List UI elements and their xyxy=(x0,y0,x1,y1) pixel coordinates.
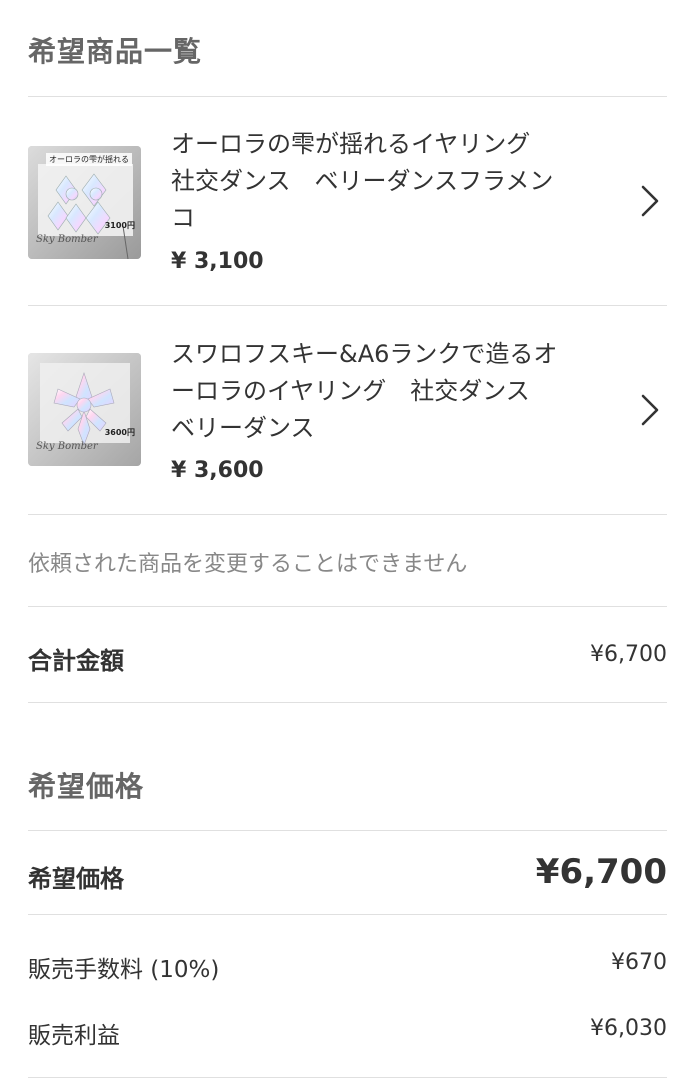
item-price: ¥ 3,600 xyxy=(171,458,264,483)
item-thumbnail: オーロラの雫が揺れる 3100円 Sky Bomber xyxy=(28,146,141,259)
desired-price-title: 希望価格 xyxy=(28,770,145,803)
thumbnail-caption: オーロラの雫が揺れる xyxy=(46,153,132,166)
divider xyxy=(28,1077,667,1078)
divider xyxy=(28,702,667,703)
thumbnail-signature: Sky Bomber xyxy=(36,234,98,245)
cannot-change-note: 依頼された商品を変更することはできません xyxy=(28,552,468,577)
wish-items-title: 希望商品一覧 xyxy=(28,35,203,68)
wish-item-2[interactable]: 3600円 Sky Bomber スワロフスキー&A6ランクで造るオ ーロラのイ… xyxy=(28,306,667,514)
thumbnail-price: 3100円 xyxy=(104,221,135,230)
chevron-right-icon xyxy=(641,185,659,217)
desired-price-value: ¥6,700 xyxy=(535,852,667,892)
total-value: ¥6,700 xyxy=(590,642,667,667)
thumbnail-price: 3600円 xyxy=(104,428,135,437)
divider xyxy=(28,914,667,915)
total-label: 合計金額 xyxy=(28,647,124,675)
wish-item-1[interactable]: オーロラの雫が揺れる 3100円 Sky Bomber オーロラの雫が揺れるイヤ… xyxy=(28,97,667,305)
sales-profit-label: 販売利益 xyxy=(28,1023,120,1049)
item-name-line: ベリーダンス xyxy=(171,414,315,442)
item-name-line: スワロフスキー&A6ランクで造るオ xyxy=(171,340,558,368)
item-name: オーロラの雫が揺れるイヤリング 社交ダンス ベリーダンスフラメン コ xyxy=(171,126,601,237)
divider xyxy=(28,514,667,515)
sales-fee-label: 販売手数料 (10%) xyxy=(28,957,220,983)
item-name-line: オーロラの雫が揺れるイヤリング xyxy=(171,130,531,158)
thumbnail-signature: Sky Bomber xyxy=(36,441,98,452)
item-price: ¥ 3,100 xyxy=(171,249,264,274)
divider xyxy=(28,606,667,607)
desired-price-label: 希望価格 xyxy=(28,865,124,893)
item-thumbnail: 3600円 Sky Bomber xyxy=(28,353,141,466)
chevron-right-icon xyxy=(641,394,659,426)
offer-summary-page: 希望商品一覧 オーロラの雫が揺れる 3100円 Sky Bomber オーロラの… xyxy=(28,0,667,1080)
divider xyxy=(28,830,667,831)
item-name-line: ーロラのイヤリング 社交ダンス xyxy=(171,377,530,405)
sales-profit-value: ¥6,030 xyxy=(590,1016,667,1041)
item-name: スワロフスキー&A6ランクで造るオ ーロラのイヤリング 社交ダンス ベリーダンス xyxy=(171,336,601,447)
item-name-line: 社交ダンス ベリーダンスフラメン xyxy=(171,167,554,195)
sales-fee-value: ¥670 xyxy=(611,950,667,975)
item-name-line: コ xyxy=(171,204,195,232)
